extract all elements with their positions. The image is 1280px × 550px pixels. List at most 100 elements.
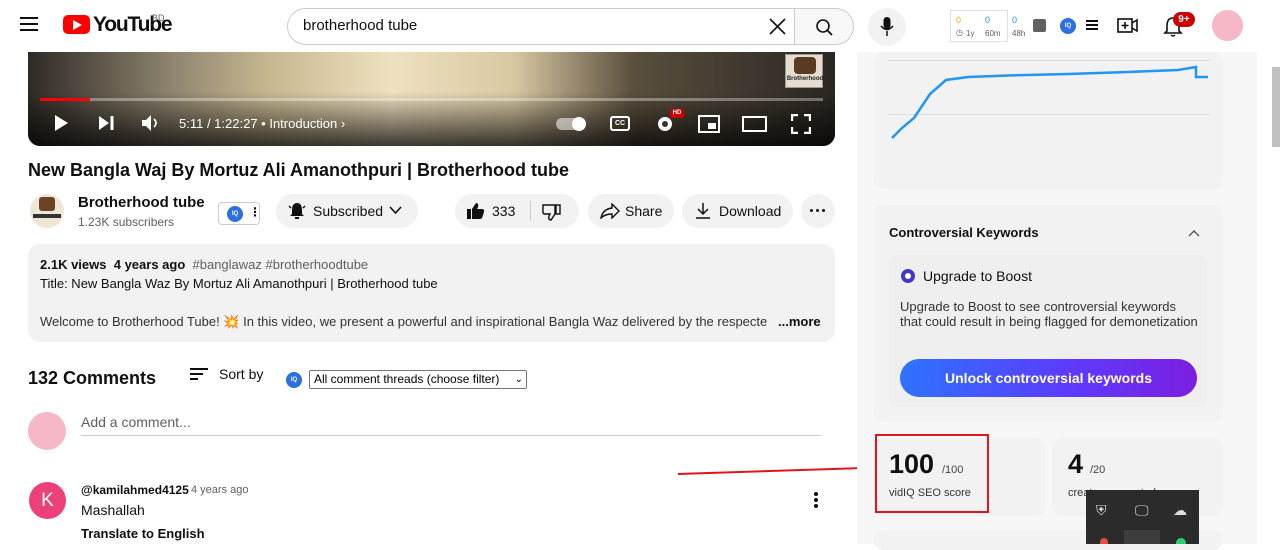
channel-name[interactable]: Brotherhood tube [78, 194, 205, 211]
dislike-icon[interactable] [542, 203, 561, 221]
time-display: 5:11 / 1:22:27 [179, 116, 258, 131]
page-scrollbar-thumb[interactable] [1272, 67, 1280, 147]
chapter-title[interactable]: • Introduction [261, 116, 337, 131]
vidiq-stat-value: 0 [956, 15, 962, 25]
list-icon[interactable] [1086, 18, 1098, 32]
search-icon [816, 19, 833, 36]
subscribed-button[interactable]: Subscribed [276, 194, 418, 228]
theater-mode-icon[interactable] [742, 116, 767, 132]
account-avatar[interactable] [1212, 10, 1243, 41]
share-button[interactable]: Share [588, 194, 674, 228]
vidiq-stat-value: 0 [1012, 15, 1018, 25]
comment-menu-icon[interactable] [813, 492, 819, 510]
tray-app-icon[interactable] [1100, 538, 1108, 544]
bell-icon [288, 203, 306, 219]
unlock-keywords-button[interactable]: Unlock controversial keywords [900, 359, 1197, 397]
system-tray-popup: ⛨ 🖵 ☁ [1086, 490, 1199, 544]
clear-search-icon[interactable] [768, 17, 787, 36]
subscriber-count: 1.23K subscribers [78, 215, 175, 229]
description-title-line: Title: New Bangla Waz By Mortuz Ali Aman… [40, 276, 438, 291]
hd-badge: HD [670, 109, 684, 118]
translate-link[interactable]: Translate to English [81, 526, 205, 541]
views-trend-card [874, 52, 1223, 189]
second-score-max: /20 [1090, 464, 1106, 476]
boost-title: Upgrade to Boost [923, 268, 1032, 284]
comment-author[interactable]: @kamilahmed4125 [81, 483, 189, 497]
like-icon[interactable] [466, 202, 485, 220]
next-icon[interactable] [98, 115, 115, 131]
comment-date[interactable]: 4 years ago [191, 484, 248, 496]
share-label: Share [625, 203, 663, 219]
voice-search-button[interactable] [868, 8, 906, 46]
sort-by-button[interactable]: Sort by [219, 366, 263, 382]
vidiq-icon: IQ [227, 206, 243, 222]
microphone-icon [880, 17, 894, 36]
tray-app-icon[interactable] [1176, 538, 1186, 544]
annotation-arrow [677, 462, 876, 475]
vidiq-icon: IQ [286, 372, 302, 388]
shield-icon[interactable]: ⛨ [1096, 502, 1107, 519]
views-trend-line [891, 65, 1208, 139]
progress-bar-fill [40, 98, 91, 101]
vidiq-stat-label: 60m [985, 29, 1001, 38]
description-box[interactable]: 2.1K views 4 years ago #banglawaz #broth… [28, 244, 835, 342]
vidiq-stat-label: 48h [1012, 29, 1026, 38]
country-code: BD [152, 13, 165, 23]
boost-icon [901, 269, 915, 283]
more-actions-button[interactable] [801, 194, 835, 228]
current-user-avatar [28, 412, 66, 450]
clock-icon: ◷ [956, 28, 963, 37]
video-player[interactable]: Brotherhood 5:11 / 1:22:27 • Introductio… [28, 52, 835, 146]
chevron-right-icon[interactable]: › [341, 116, 345, 131]
vidiq-channel-chip[interactable]: IQ ⋮ [218, 202, 261, 225]
volume-icon[interactable] [141, 114, 161, 132]
create-video-icon[interactable] [1117, 16, 1138, 35]
show-more-link[interactable]: ...more [778, 314, 821, 329]
controversial-keywords-title[interactable]: Controversial Keywords [889, 225, 1039, 240]
commenter-avatar[interactable]: K [29, 482, 66, 519]
comment-text: Mashallah [81, 502, 145, 518]
chart-icon[interactable] [1033, 19, 1046, 32]
annotation-highlight-box [875, 434, 989, 513]
boost-description: Upgrade to Boost to see controversial ke… [900, 299, 1198, 329]
youtube-logo-icon[interactable] [63, 15, 90, 34]
vidiq-stat-label: 1y [966, 29, 975, 38]
progress-bar[interactable] [40, 98, 823, 101]
like-dislike-group: 333 [455, 194, 579, 228]
top-header: YouTube BD brotherhood tube 0 0 0 ◷ 1y 6… [0, 0, 1280, 53]
chevron-up-icon[interactable] [1188, 229, 1200, 237]
vidiq-stat-value: 0 [985, 15, 991, 25]
player-time: 5:11 / 1:22:27 • Introduction › [179, 116, 345, 131]
chevron-down-icon: ⌄ [514, 374, 523, 385]
search-button[interactable] [794, 8, 854, 45]
monitor-icon[interactable]: 🖵 [1135, 502, 1149, 519]
tray-item-highlight[interactable] [1124, 530, 1160, 544]
add-comment-input[interactable]: Add a comment... [81, 414, 191, 430]
description-text: Welcome to Brotherhood Tube! 💥 In this v… [40, 314, 768, 329]
comment-input-underline [81, 435, 821, 436]
sort-icon[interactable] [190, 367, 208, 381]
fullscreen-icon[interactable] [791, 114, 811, 134]
vidiq-stats-widget[interactable]: 0 0 0 ◷ 1y 60m 48h [950, 10, 1025, 42]
channel-avatar[interactable] [30, 194, 64, 228]
menu-icon[interactable] [20, 17, 38, 31]
cloud-off-icon[interactable]: ☁ [1173, 502, 1187, 519]
comment-count: 132 Comments [28, 368, 157, 388]
search-input-value[interactable]: brotherhood tube [303, 17, 417, 34]
second-score-value: 4 [1068, 449, 1084, 479]
upload-date: 4 years ago [113, 257, 186, 272]
miniplayer-icon[interactable] [698, 115, 720, 133]
download-button[interactable]: Download [682, 194, 793, 228]
share-icon [600, 203, 620, 219]
subscribed-label: Subscribed [313, 203, 384, 219]
chevron-down-icon [389, 206, 402, 215]
play-icon[interactable] [53, 114, 69, 132]
comment-filter-select[interactable]: All comment threads (choose filter) ⌄ [309, 370, 527, 389]
watermark-text: Brotherhood [786, 76, 824, 82]
like-count[interactable]: 333 [492, 203, 515, 219]
captions-icon[interactable]: CC [610, 116, 630, 131]
hashtags[interactable]: #banglawaz #brotherhoodtube [193, 257, 369, 272]
more-vert-icon: ⋮ [249, 205, 261, 219]
vidiq-icon[interactable]: IQ [1060, 18, 1076, 34]
autoplay-toggle[interactable] [556, 117, 586, 131]
